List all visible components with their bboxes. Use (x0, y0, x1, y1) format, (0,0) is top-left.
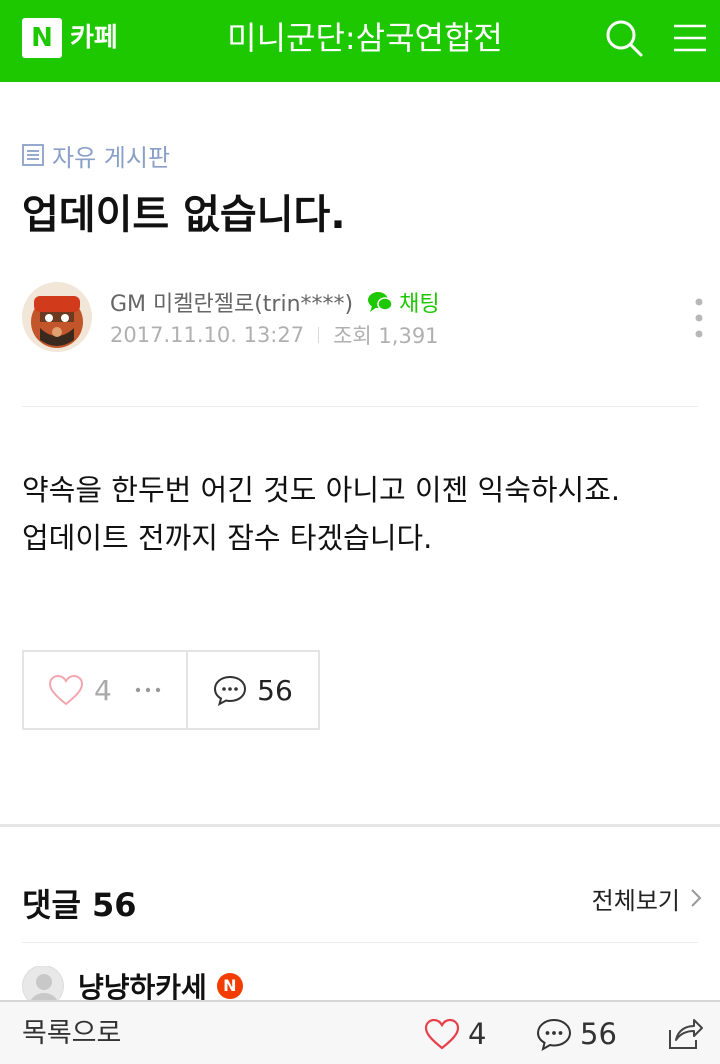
chat-label: 채팅 (399, 292, 440, 317)
author-name[interactable]: GM 미켈란젤로(trin****) (110, 286, 353, 318)
reaction-box: 4 56 (22, 650, 320, 730)
bottom-like-count: 4 (468, 1017, 487, 1051)
view-count: 조회 1,391 (333, 324, 439, 348)
view-all-label: 전체보기 (591, 886, 680, 915)
post-body: 약속을 한두번 어긴 것도 아니고 이젠 익숙하시죠. 업데이트 전까지 잠수 … (22, 466, 698, 562)
more-options-button[interactable] (686, 294, 712, 342)
menu-button[interactable] (666, 14, 714, 62)
new-badge: N (216, 973, 243, 999)
comments-heading: 댓글 56 (22, 886, 137, 924)
chat-icon (368, 292, 393, 312)
search-icon (606, 20, 643, 57)
heart-icon[interactable] (48, 674, 84, 706)
post-date: 2017.11.10. 13:27 (110, 323, 305, 347)
heart-icon (424, 1018, 460, 1050)
naver-logo[interactable]: N (22, 18, 62, 58)
more-icon (695, 298, 703, 338)
comment-count: 56 (257, 673, 293, 707)
back-to-list-button[interactable]: 목록으로 (22, 1016, 121, 1052)
chat-button[interactable]: 채팅 (367, 286, 440, 318)
body-line: 업데이트 전까지 잠수 타겠습니다. (22, 521, 433, 555)
bottom-comment-count: 56 (580, 1017, 617, 1051)
share-button[interactable] (664, 1016, 704, 1052)
share-icon (669, 1019, 703, 1049)
view-all-comments-link[interactable]: 전체보기 (592, 880, 704, 916)
comments-divider (22, 942, 698, 943)
ellipsis-icon[interactable] (134, 686, 162, 694)
post-meta: 2017.11.10. 13:27 조회 1,391 (110, 320, 439, 350)
cafe-home-link[interactable]: 카페 (70, 18, 118, 58)
top-header: N 카페 미니군단:삼국연합전 (0, 0, 720, 82)
bottom-like-button[interactable]: 4 (424, 1016, 486, 1052)
section-divider (0, 824, 720, 827)
board-icon (22, 144, 44, 166)
search-button[interactable] (600, 14, 648, 62)
author-row: GM 미켈란젤로(trin****) 채팅 (110, 286, 440, 318)
bottom-comment-button[interactable]: 56 (536, 1016, 617, 1052)
bottom-toolbar: 목록으로 4 56 (0, 1000, 720, 1064)
comment-button[interactable]: 56 (188, 652, 318, 728)
chevron-right-icon (691, 889, 702, 907)
comment-icon (214, 675, 247, 706)
avatar-image (22, 282, 92, 352)
header-divider (22, 406, 698, 407)
cafe-name[interactable]: 미니군단:삼국연합전 (175, 14, 555, 62)
comment-icon (536, 1018, 572, 1051)
like-cell: 4 (24, 652, 188, 728)
menu-icon (674, 24, 706, 52)
meta-divider (318, 327, 320, 343)
author-avatar[interactable] (22, 282, 92, 352)
body-line: 약속을 한두번 어긴 것도 아니고 이젠 익숙하시죠. (22, 473, 621, 507)
like-count: 4 (94, 673, 112, 707)
board-link[interactable]: 자유 게시판 (22, 138, 170, 172)
board-name: 자유 게시판 (52, 143, 171, 172)
post-title: 업데이트 없습니다. (22, 192, 346, 238)
